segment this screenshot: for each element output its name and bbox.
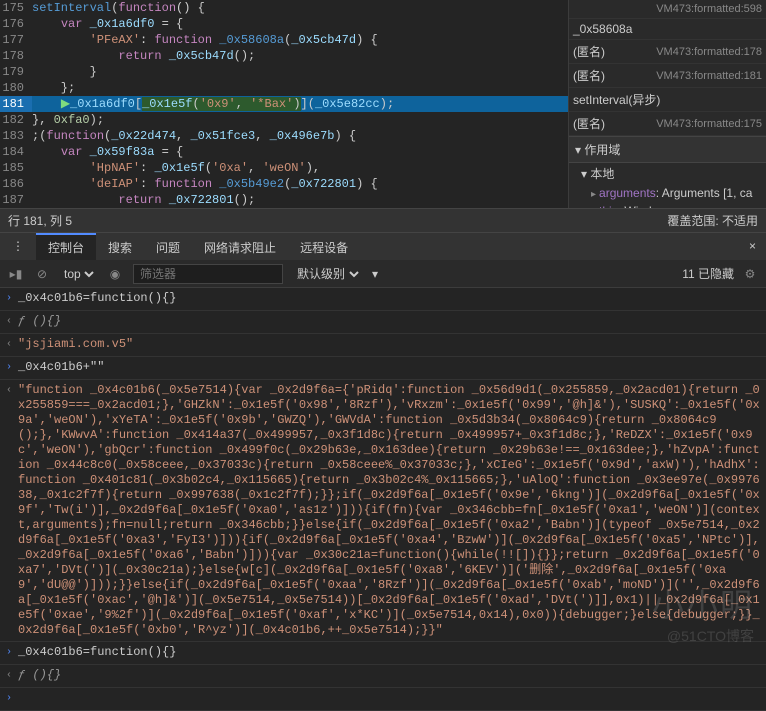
- line-content[interactable]: var _0x1a6df0 = {: [32, 16, 568, 32]
- console-text: _0x4c01b6=function(){}: [18, 291, 176, 305]
- line-number[interactable]: 186: [0, 176, 32, 192]
- scope-variable[interactable]: this: Window: [569, 202, 766, 208]
- line-content[interactable]: return _0x5cb47d();: [32, 48, 568, 64]
- callstack-frame[interactable]: (匿名)VM473:formatted:181: [569, 64, 766, 88]
- code-line[interactable]: 180 };: [0, 80, 568, 96]
- scope-variable[interactable]: arguments: Arguments [1, ca: [569, 184, 766, 202]
- input-arrow-icon: ›: [6, 691, 18, 707]
- line-content[interactable]: var _0x59f83a = {: [32, 144, 568, 160]
- code-line[interactable]: 185 'HpNAF': _0x1e5f('0xa', 'weON'),: [0, 160, 568, 176]
- tab-netblock[interactable]: 网络请求阻止: [192, 233, 288, 260]
- output-arrow-icon: ‹: [6, 314, 18, 330]
- sidebar-toggle-icon[interactable]: ▸▮: [8, 266, 24, 282]
- drawer-close[interactable]: ×: [739, 233, 766, 260]
- line-number[interactable]: 175: [0, 0, 32, 16]
- line-content[interactable]: }, 0xfa0);: [32, 112, 568, 128]
- coverage-status: 覆盖范围: 不适用: [667, 212, 758, 229]
- line-content[interactable]: 'PFeAX': function _0x58608a(_0x5cb47d) {: [32, 32, 568, 48]
- callstack-frame[interactable]: VM473:formatted:598: [569, 0, 766, 19]
- code-line[interactable]: 183;(function(_0x22d474, _0x51fce3, _0x4…: [0, 128, 568, 144]
- hidden-count[interactable]: 11 已隐藏: [682, 265, 734, 282]
- tab-console[interactable]: 控制台: [36, 233, 96, 260]
- drawer-tabs: ⋮ 控制台 搜索 问题 网络请求阻止 远程设备 ×: [0, 232, 766, 260]
- line-number[interactable]: 178: [0, 48, 32, 64]
- code-line[interactable]: 175setInterval(function() {: [0, 0, 568, 16]
- code-line[interactable]: 186 'deIAP': function _0x5b49e2(_0x72280…: [0, 176, 568, 192]
- code-line[interactable]: 176 var _0x1a6df0 = {: [0, 16, 568, 32]
- line-content[interactable]: };: [32, 80, 568, 96]
- output-arrow-icon: ‹: [6, 668, 18, 684]
- code-line[interactable]: 187 return _0x722801();: [0, 192, 568, 208]
- filter-input[interactable]: [133, 264, 283, 284]
- debug-sidebar: VM473:formatted:598_0x58608a(匿名)VM473:fo…: [568, 0, 766, 208]
- code-line[interactable]: 184 var _0x59f83a = {: [0, 144, 568, 160]
- line-number[interactable]: 176: [0, 16, 32, 32]
- tab-search[interactable]: 搜索: [96, 233, 144, 260]
- line-content[interactable]: setInterval(function() {: [32, 0, 568, 16]
- cursor-position: 行 181, 列 5: [8, 212, 72, 229]
- console-text: _0x4c01b6=function(){}: [18, 645, 760, 660]
- line-number[interactable]: 183: [0, 128, 32, 144]
- console-text: "jsjiami.com.v5": [18, 337, 760, 352]
- code-line[interactable]: 177 'PFeAX': function _0x58608a(_0x5cb47…: [0, 32, 568, 48]
- settings-icon[interactable]: ⚙: [742, 266, 758, 282]
- console-text: _0x4c01b6+"": [18, 360, 760, 375]
- console-text: "function _0x4c01b6(_0x5e7514){var _0x2d…: [18, 383, 760, 638]
- console-body[interactable]: › _0x4c01b6=function(){} ‹ ƒ (){} ‹ "jsj…: [0, 288, 766, 711]
- console-output-row: ‹ "jsjiami.com.v5": [0, 334, 766, 357]
- eye-icon[interactable]: ◉: [107, 266, 123, 282]
- code-line[interactable]: 182}, 0xfa0);: [0, 112, 568, 128]
- line-number[interactable]: 184: [0, 144, 32, 160]
- console-prompt[interactable]: ›: [0, 688, 766, 711]
- level-select[interactable]: 默认级别: [293, 266, 362, 282]
- line-content[interactable]: }: [32, 64, 568, 80]
- callstack-frame[interactable]: (匿名)VM473:formatted:175: [569, 112, 766, 136]
- console-input-row: › _0x4c01b6+"": [0, 357, 766, 380]
- code-line[interactable]: 179 }: [0, 64, 568, 80]
- status-bar: 行 181, 列 5 覆盖范围: 不适用: [0, 208, 766, 232]
- tab-remote[interactable]: 远程设备: [288, 233, 360, 260]
- output-arrow-icon: ‹: [6, 383, 18, 399]
- callstack-frame[interactable]: (匿名)VM473:formatted:178: [569, 40, 766, 64]
- line-content[interactable]: 'deIAP': function _0x5b49e2(_0x722801) {: [32, 176, 568, 192]
- output-arrow-icon: ‹: [6, 337, 18, 353]
- code-line[interactable]: 178 return _0x5cb47d();: [0, 48, 568, 64]
- console-output-row: ‹ "function _0x4c01b6(_0x5e7514){var _0x…: [0, 380, 766, 642]
- tab-close[interactable]: ⋮: [0, 233, 36, 260]
- console-input-row: › _0x4c01b6=function(){}: [0, 288, 766, 311]
- line-number[interactable]: 187: [0, 192, 32, 208]
- line-number[interactable]: 185: [0, 160, 32, 176]
- callstack-frame[interactable]: _0x58608a: [569, 19, 766, 40]
- console-output-row: ‹ ƒ (){}: [0, 311, 766, 334]
- input-arrow-icon: ›: [6, 291, 18, 307]
- scope-header[interactable]: ▾ 作用域: [569, 136, 766, 163]
- console-toolbar: ▸▮ ⊘ top ◉ 默认级别▾ 11 已隐藏 ⚙: [0, 260, 766, 288]
- line-content[interactable]: 'HpNAF': _0x1e5f('0xa', 'weON'),: [32, 160, 568, 176]
- line-number[interactable]: 177: [0, 32, 32, 48]
- console-text: ƒ (){}: [18, 668, 760, 683]
- input-arrow-icon: ›: [6, 645, 18, 661]
- console-output-row: ‹ ƒ (){}: [0, 665, 766, 688]
- context-select[interactable]: top: [60, 266, 97, 282]
- line-number[interactable]: 179: [0, 64, 32, 80]
- line-number[interactable]: 181: [0, 96, 32, 112]
- line-content[interactable]: return _0x722801();: [32, 192, 568, 208]
- line-content[interactable]: ▶_0x1a6df0[_0x1e5f('0x9', '*Bax')](_0x5e…: [32, 96, 568, 112]
- code-line[interactable]: 181 ▶_0x1a6df0[_0x1e5f('0x9', '*Bax')](_…: [0, 96, 568, 112]
- code-editor[interactable]: 175setInterval(function() {176 var _0x1a…: [0, 0, 568, 208]
- tab-issues[interactable]: 问题: [144, 233, 192, 260]
- line-number[interactable]: 182: [0, 112, 32, 128]
- line-content[interactable]: ;(function(_0x22d474, _0x51fce3, _0x496e…: [32, 128, 568, 144]
- scope-local[interactable]: ▾ 本地: [569, 163, 766, 184]
- clear-console-icon[interactable]: ⊘: [34, 266, 50, 282]
- callstack-frame[interactable]: setInterval(异步): [569, 88, 766, 112]
- line-number[interactable]: 180: [0, 80, 32, 96]
- console-text: ƒ (){}: [18, 314, 760, 329]
- input-arrow-icon: ›: [6, 360, 18, 376]
